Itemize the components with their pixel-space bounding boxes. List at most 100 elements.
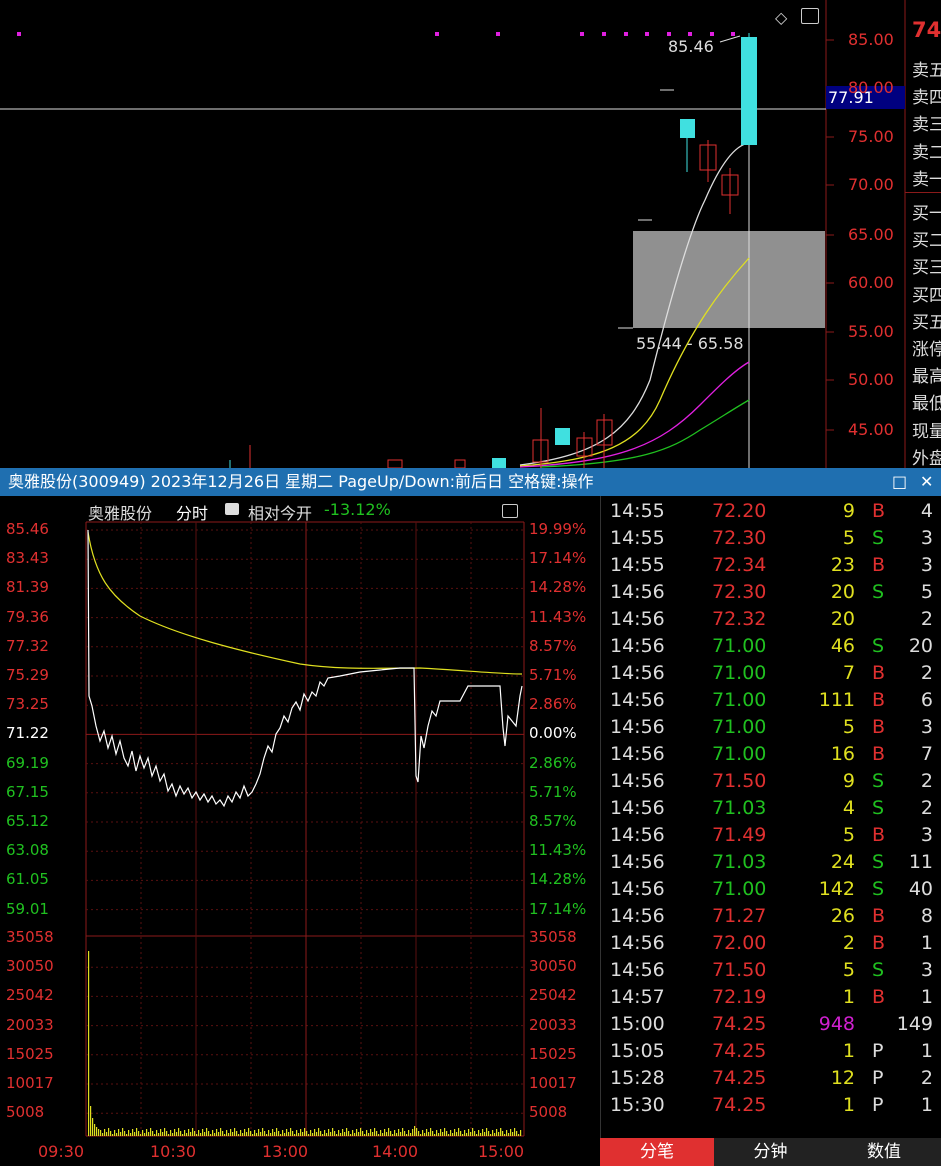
trade-price: 71.00 <box>712 662 767 684</box>
trade-row[interactable]: 14:56 71.00 7 B 2 <box>600 662 941 689</box>
trade-row[interactable]: 14:55 72.20 9 B 4 <box>600 500 941 527</box>
trade-volume: 9 <box>842 500 855 522</box>
kline-chart-panel[interactable]: ◇ 85.46 55.44 - 65.58 77.91 85.00 80.00 75… <box>0 0 941 469</box>
trade-row[interactable]: 14:56 71.00 5 B 3 <box>600 716 941 743</box>
trade-count: 7 <box>920 743 933 765</box>
trade-row[interactable]: 14:56 71.03 24 S 11 <box>600 851 941 878</box>
trade-count: 3 <box>920 716 933 738</box>
price-tick-label: 50.00 <box>848 370 894 389</box>
price-tick-label: 75.29 <box>6 666 49 684</box>
trade-row[interactable]: 15:00 74.25 948 149 <box>600 1013 941 1040</box>
volume-tick-label-right: 25042 <box>529 986 577 1005</box>
trade-volume: 9 <box>842 770 855 792</box>
trade-row[interactable]: 14:55 72.34 23 B 3 <box>600 554 941 581</box>
trade-row[interactable]: 14:55 72.30 5 S 3 <box>600 527 941 554</box>
pct-tick-label: 2.86% <box>529 695 577 714</box>
trade-volume: 5 <box>842 527 855 549</box>
trade-row[interactable]: 14:56 71.00 111 B 6 <box>600 689 941 716</box>
order-book-label: 买一 <box>912 204 941 224</box>
trade-list[interactable]: 14:55 72.20 9 B 4 14:55 72.30 5 S 3 14:55 72.34 23 B 3… <box>600 496 941 1136</box>
time-tick-label: 10:30 <box>150 1142 197 1161</box>
panel-toggle-icon[interactable] <box>801 8 819 24</box>
trade-time: 14:56 <box>610 689 665 711</box>
order-book-label: 卖二 <box>912 142 941 163</box>
trade-row[interactable]: 14:57 72.19 1 B 1 <box>600 986 941 1013</box>
price-tick-label: 65.00 <box>848 225 894 244</box>
tab-minutes[interactable]: 分钟 <box>714 1138 827 1166</box>
trade-count: 3 <box>920 554 933 576</box>
trade-price: 71.50 <box>712 770 767 792</box>
trade-time: 14:56 <box>610 581 665 603</box>
volume-tick-label-right: 5008 <box>529 1103 568 1122</box>
trade-side: S <box>872 770 885 792</box>
trade-count: 3 <box>920 527 933 549</box>
pct-tick-label: 2.86% <box>529 753 577 772</box>
price-tick-label: 67.15 <box>6 782 49 801</box>
trade-price: 72.30 <box>712 581 767 603</box>
bottom-tabs[interactable]: 分笔 分钟 数值 <box>600 1138 941 1166</box>
intraday-chart-panel[interactable]: 奥雅股份 分时 相对今开 -13.12% 85.46 19.99% 83.43 17.… <box>0 496 600 1166</box>
trade-price: 71.27 <box>712 905 767 927</box>
kline-canvas[interactable] <box>0 0 941 468</box>
tab-values[interactable]: 数值 <box>827 1138 941 1166</box>
trade-count: 3 <box>920 959 933 981</box>
trade-row[interactable]: 14:56 71.03 4 S 2 <box>600 797 941 824</box>
volume-tick-label: 20033 <box>6 1015 54 1034</box>
trade-side: B <box>872 662 886 684</box>
trade-row[interactable]: 14:56 71.27 26 B 8 <box>600 905 941 932</box>
pct-tick-label: 11.43% <box>529 841 587 860</box>
trade-count: 1 <box>920 1040 933 1062</box>
tab-ticks[interactable]: 分笔 <box>600 1138 714 1166</box>
price-tick-label: 70.00 <box>848 175 894 194</box>
trade-row[interactable]: 14:56 72.32 20 2 <box>600 608 941 635</box>
volume-tick-label: 25042 <box>6 986 54 1005</box>
close-icon[interactable]: ✕ <box>920 468 933 496</box>
time-tick-label: 14:00 <box>372 1142 419 1161</box>
trade-time: 14:56 <box>610 608 665 630</box>
volume-tick-label-right: 20033 <box>529 1015 577 1034</box>
trade-row[interactable]: 15:05 74.25 1 P 1 <box>600 1040 941 1067</box>
trade-row[interactable]: 14:56 71.49 5 B 3 <box>600 824 941 851</box>
trade-price: 72.30 <box>712 527 767 549</box>
trade-row[interactable]: 15:30 74.25 1 P 1 <box>600 1094 941 1121</box>
trade-row[interactable]: 14:56 71.50 5 S 3 <box>600 959 941 986</box>
trade-time: 15:00 <box>610 1013 665 1035</box>
price-tick-label: 80.00 <box>848 78 894 97</box>
trade-side: B <box>872 500 886 522</box>
price-tick-label: 77.32 <box>6 636 49 655</box>
trade-time: 14:56 <box>610 824 665 846</box>
window-titlebar[interactable]: 奥雅股份(300949) 2023年12月26日 星期二 PageUp/Down… <box>0 468 941 496</box>
trade-price: 71.49 <box>712 824 767 846</box>
trade-row[interactable]: 14:56 72.30 20 S 5 <box>600 581 941 608</box>
trade-row[interactable]: 15:28 74.25 12 P 2 <box>600 1067 941 1094</box>
trade-price: 74.25 <box>712 1094 767 1116</box>
diamond-icon[interactable]: ◇ <box>775 8 787 27</box>
trade-volume: 111 <box>818 689 855 711</box>
restore-icon[interactable]: □ <box>892 468 907 496</box>
trade-row[interactable]: 14:56 71.50 9 S 2 <box>600 770 941 797</box>
trade-row[interactable]: 14:56 72.00 2 B 1 <box>600 932 941 959</box>
volume-tick-label: 35058 <box>6 928 54 946</box>
volume-tick-label: 10017 <box>6 1074 54 1092</box>
trade-row[interactable]: 14:56 71.00 46 S 20 <box>600 635 941 662</box>
order-book-label: 买五 <box>912 312 941 333</box>
trade-count: 40 <box>908 878 933 900</box>
trade-row[interactable]: 14:56 71.00 142 S 40 <box>600 878 941 905</box>
volume-tick-label-right: 10017 <box>529 1074 577 1092</box>
window-title: 奥雅股份(300949) 2023年12月26日 星期二 PageUp/Down… <box>8 472 594 491</box>
trade-side: S <box>872 581 885 603</box>
price-tick-label: 45.00 <box>848 420 894 439</box>
trade-row[interactable]: 14:56 71.00 16 B 7 <box>600 743 941 770</box>
intraday-canvas[interactable] <box>0 496 600 1166</box>
trade-side: P <box>872 1094 884 1116</box>
price-tick-label: 55.00 <box>848 322 894 341</box>
pct-tick-label: 19.99% <box>529 520 587 538</box>
price-tick-label: 71.22 <box>6 724 49 743</box>
trade-side: S <box>872 878 885 900</box>
trade-count: 1 <box>920 986 933 1008</box>
price-tick-label: 61.05 <box>6 870 49 889</box>
trade-count: 5 <box>920 581 933 603</box>
volume-tick-label-right: 15025 <box>529 1044 577 1063</box>
trade-time: 14:56 <box>610 905 665 927</box>
price-tick-label: 75.00 <box>848 127 894 146</box>
